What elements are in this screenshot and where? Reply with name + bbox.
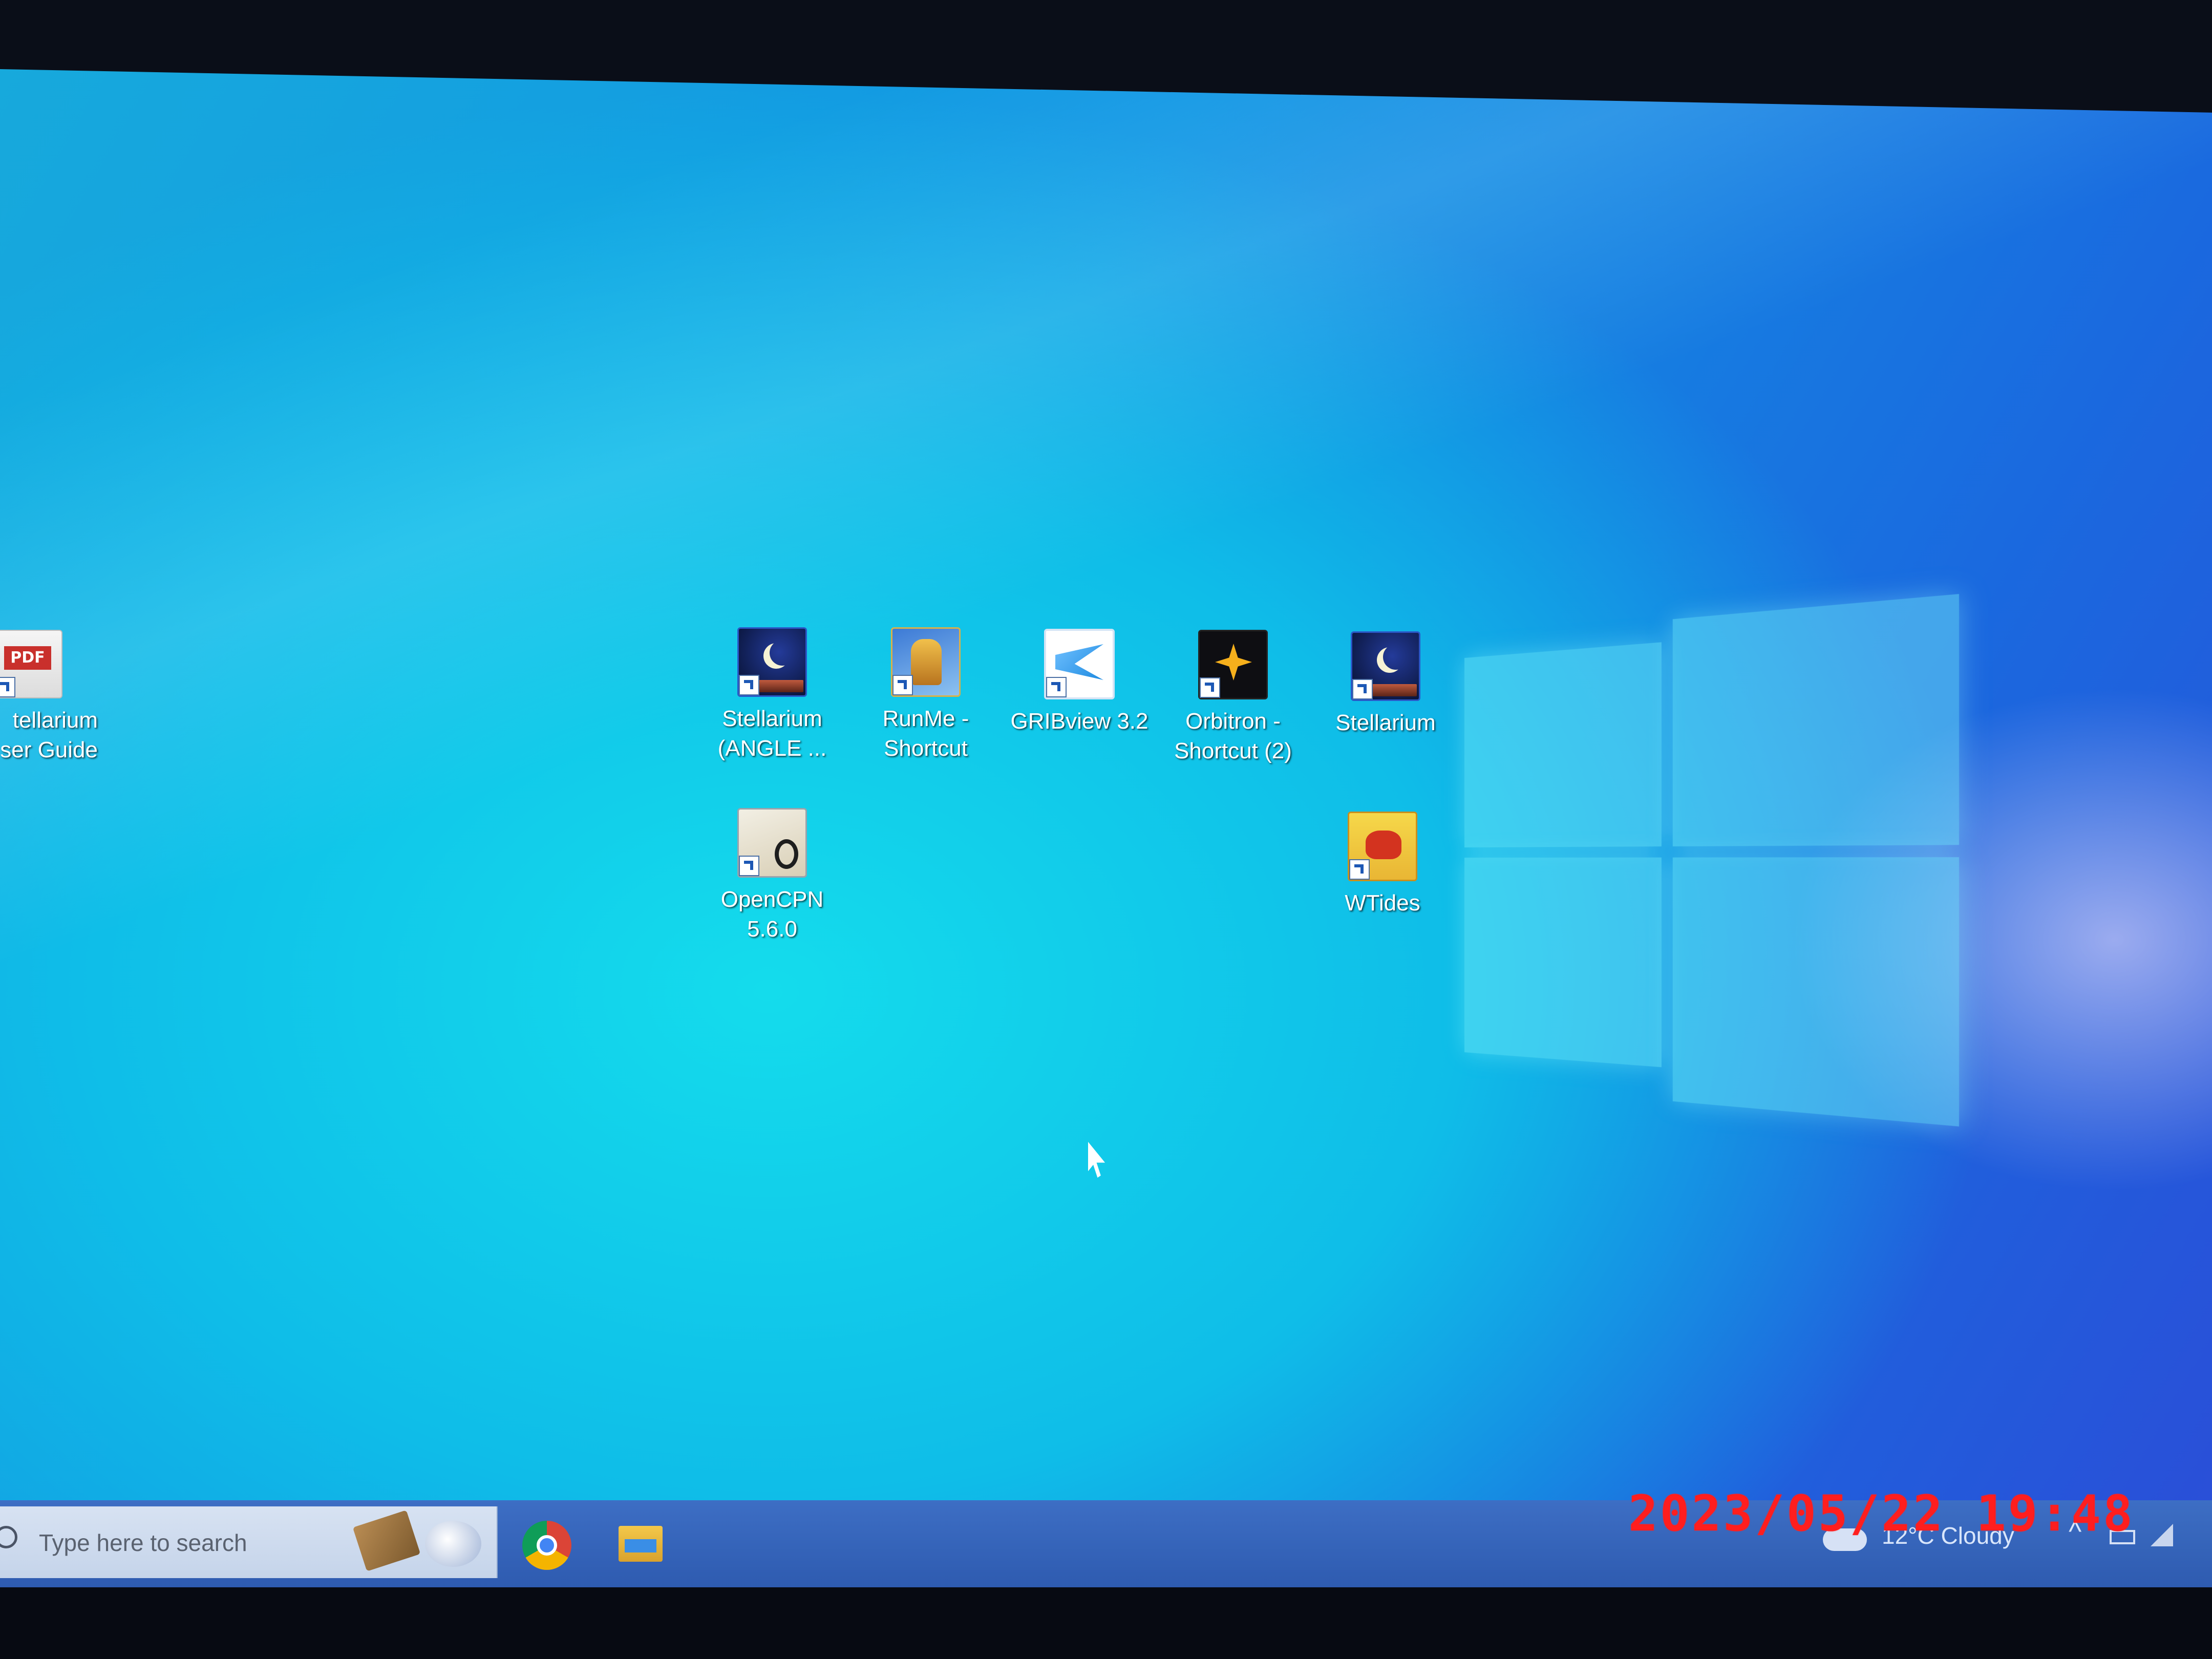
desktop-icon-stellarium[interactable]: Stellarium bbox=[1309, 631, 1462, 738]
windows-logo-pane bbox=[1672, 594, 1959, 846]
search-icon bbox=[0, 1526, 17, 1548]
windows-logo-pane bbox=[1464, 642, 1662, 847]
desktop-icon-label-line1: tellarium bbox=[12, 708, 98, 733]
search-highlight-image bbox=[425, 1521, 481, 1567]
taskbar-search-box[interactable]: Type here to search bbox=[0, 1506, 498, 1578]
shortcut-arrow-icon bbox=[739, 856, 759, 876]
search-placeholder: Type here to search bbox=[39, 1529, 247, 1556]
windows-logo-pane bbox=[1464, 857, 1662, 1068]
stellarium-icon bbox=[1351, 631, 1420, 701]
desktop-icon-label-line1: Stellarium bbox=[722, 706, 822, 731]
moon-icon bbox=[1383, 644, 1409, 670]
shortcut-arrow-icon bbox=[739, 675, 759, 695]
pdf-badge: PDF bbox=[4, 646, 51, 670]
runme-figure-graphic bbox=[911, 639, 942, 685]
desktop-icon-label-line2: Shortcut bbox=[884, 736, 968, 761]
desktop-icon-label: RunMe - Shortcut bbox=[849, 704, 1003, 763]
desktop-icon-label: Stellarium (ANGLE ... bbox=[695, 704, 849, 763]
desktop-icon-opencpn[interactable]: OpenCPN 5.6.0 bbox=[695, 808, 849, 944]
desktop[interactable] bbox=[0, 69, 2212, 1518]
opencpn-o-graphic bbox=[775, 839, 798, 869]
wtides-icon bbox=[1348, 812, 1417, 881]
shortcut-arrow-icon bbox=[0, 677, 15, 697]
opencpn-icon bbox=[737, 808, 807, 878]
desktop-icon-label: tellarium ser Guide bbox=[0, 706, 105, 765]
desktop-icon-label-line1: WTides bbox=[1345, 890, 1420, 916]
desktop-icon-label-line2: 5.6.0 bbox=[747, 917, 797, 942]
desktop-icon-label-line2: Shortcut (2) bbox=[1174, 738, 1292, 763]
desktop-icon-stellarium-angle[interactable]: Stellarium (ANGLE ... bbox=[695, 627, 849, 763]
desktop-icon-label: Orbitron - Shortcut (2) bbox=[1156, 707, 1310, 766]
file-explorer-taskbar-button[interactable] bbox=[619, 1526, 663, 1562]
desktop-icon-label-line2: (ANGLE ... bbox=[717, 736, 827, 761]
desktop-icon-label: Stellarium bbox=[1309, 708, 1462, 738]
moon-icon bbox=[770, 640, 795, 666]
gribview-icon bbox=[1044, 629, 1115, 699]
desktop-icon-label: OpenCPN 5.6.0 bbox=[695, 885, 849, 944]
desktop-icon-label: GRIBview 3.2 bbox=[1003, 707, 1156, 736]
desktop-icon-gribview[interactable]: GRIBview 3.2 bbox=[1003, 629, 1156, 736]
orbitron-icon bbox=[1198, 630, 1268, 699]
desktop-icon-label-line1: Stellarium bbox=[1335, 710, 1436, 735]
network-icon[interactable] bbox=[2151, 1524, 2173, 1546]
pdf-icon: PDF bbox=[0, 630, 62, 698]
shortcut-arrow-icon bbox=[892, 675, 913, 695]
desktop-icon-orbitron-shortcut[interactable]: Orbitron - Shortcut (2) bbox=[1156, 630, 1310, 766]
desktop-icon-runme-shortcut[interactable]: RunMe - Shortcut bbox=[849, 627, 1003, 763]
stellarium-icon bbox=[737, 627, 807, 697]
shortcut-arrow-icon bbox=[1046, 677, 1067, 697]
shortcut-arrow-icon bbox=[1200, 677, 1220, 698]
gribview-sail-graphic bbox=[1055, 644, 1103, 680]
desktop-icon-label-line2: ser Guide bbox=[0, 737, 98, 762]
camera-timestamp-overlay: 2023/05/22 19:48 bbox=[1628, 1485, 2135, 1542]
chrome-taskbar-button[interactable] bbox=[522, 1521, 571, 1570]
desktop-icon-label: WTides bbox=[1306, 888, 1459, 918]
windows-logo-wallpaper bbox=[1464, 593, 1973, 1128]
desktop-icon-label-line1: GRIBview 3.2 bbox=[1010, 709, 1148, 734]
desktop-icon-label-line1: OpenCPN bbox=[720, 887, 824, 912]
search-highlight-image bbox=[352, 1510, 421, 1571]
desktop-icon-label-line1: Orbitron - bbox=[1185, 709, 1281, 734]
shortcut-arrow-icon bbox=[1352, 679, 1373, 699]
windows-logo-pane bbox=[1672, 857, 1959, 1126]
crab-icon bbox=[1366, 831, 1401, 859]
desktop-icon-wtides[interactable]: WTides bbox=[1306, 812, 1459, 918]
shortcut-arrow-icon bbox=[1349, 859, 1370, 880]
runme-icon bbox=[891, 627, 961, 697]
satellite-icon bbox=[1215, 644, 1252, 680]
desktop-icon-label-line1: RunMe - bbox=[882, 706, 969, 731]
desktop-icon-stellarium-user-guide[interactable]: PDF tellarium ser Guide bbox=[0, 630, 105, 765]
